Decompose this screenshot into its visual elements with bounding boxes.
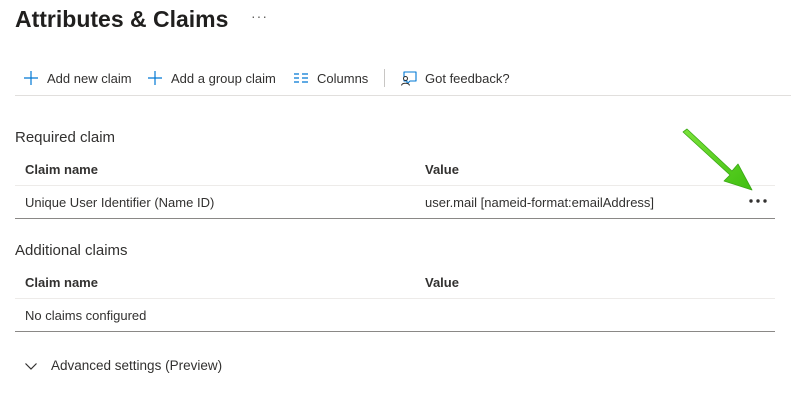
plus-icon [24,71,38,85]
columns-label: Columns [317,70,369,86]
columns-button[interactable]: Columns [293,67,368,89]
advanced-settings-label: Advanced settings (Preview) [51,358,223,373]
empty-row: No claims configured [15,299,775,332]
chevron-down-icon [25,362,37,370]
feedback-icon [401,70,417,86]
add-new-claim-button[interactable]: Add new claim [23,67,132,89]
feedback-button[interactable]: Got feedback? [400,67,510,89]
columns-icon [294,73,308,83]
additional-claims-heading: Additional claims [15,242,128,259]
required-claim-table: Claim name Value Unique User Identifier … [15,152,775,219]
column-header-value[interactable]: Value [425,275,459,290]
additional-claims-table: Claim name Value No claims configured [15,265,775,332]
column-header-claim-name[interactable]: Claim name [25,275,98,290]
add-group-claim-button[interactable]: Add a group claim [147,67,276,89]
add-new-claim-label: Add new claim [47,70,132,86]
feedback-label: Got feedback? [425,70,510,86]
toolbar-divider [384,69,385,87]
required-claim-heading: Required claim [15,129,116,146]
table-header: Claim name Value [15,152,775,186]
table-header: Claim name Value [15,265,775,299]
add-group-claim-label: Add a group claim [171,70,276,86]
page-header: Attributes & Claims [15,4,228,34]
command-bar: Add new claim Add a group claim Columns … [15,61,791,96]
table-row[interactable]: Unique User Identifier (Name ID) user.ma… [15,186,775,219]
plus-icon [148,71,162,85]
page-title: Attributes & Claims [15,6,229,32]
column-header-claim-name[interactable]: Claim name [25,162,98,177]
empty-state-text: No claims configured [25,308,147,323]
claim-value-cell: user.mail [nameid-format:emailAddress] [425,195,655,210]
advanced-settings-toggle[interactable]: Advanced settings (Preview) [24,358,222,373]
ellipsis-icon [749,199,767,203]
annotation-arrow-icon [682,128,753,191]
column-header-value[interactable]: Value [425,162,459,177]
claim-name-cell: Unique User Identifier (Name ID) [25,195,215,210]
more-options-button[interactable]: ··· [251,9,268,23]
